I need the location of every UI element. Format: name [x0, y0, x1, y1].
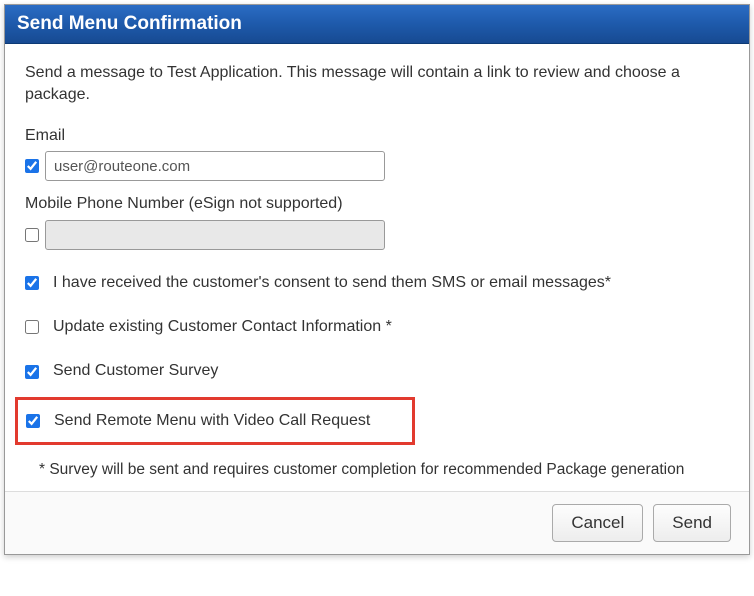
dialog-content: Send a message to Test Application. This…: [5, 44, 749, 491]
update-contact-checkbox[interactable]: [25, 320, 39, 334]
dialog-title: Send Menu Confirmation: [5, 5, 749, 44]
footnote-text: * Survey will be sent and requires custo…: [39, 459, 729, 481]
intro-text: Send a message to Test Application. This…: [25, 62, 729, 107]
mobile-input: [45, 220, 385, 250]
email-label: Email: [25, 125, 729, 147]
send-menu-dialog: Send Menu Confirmation Send a message to…: [4, 4, 750, 555]
email-input[interactable]: [45, 151, 385, 181]
survey-row: Send Customer Survey: [25, 360, 729, 382]
video-call-label: Send Remote Menu with Video Call Request: [54, 410, 370, 432]
consent-checkbox[interactable]: [25, 276, 39, 290]
survey-label: Send Customer Survey: [53, 360, 218, 382]
survey-checkbox[interactable]: [25, 365, 39, 379]
update-contact-label: Update existing Customer Contact Informa…: [53, 316, 392, 338]
video-call-checkbox[interactable]: [26, 414, 40, 428]
email-checkbox[interactable]: [25, 159, 39, 173]
mobile-row: [25, 220, 729, 250]
consent-row: I have received the customer's consent t…: [25, 272, 729, 294]
email-row: [25, 151, 729, 181]
update-contact-row: Update existing Customer Contact Informa…: [25, 316, 729, 338]
dialog-footer: Cancel Send: [5, 491, 749, 554]
video-call-row: Send Remote Menu with Video Call Request: [15, 397, 415, 445]
mobile-label: Mobile Phone Number (eSign not supported…: [25, 193, 729, 215]
consent-label: I have received the customer's consent t…: [53, 272, 611, 294]
mobile-checkbox[interactable]: [25, 228, 39, 242]
cancel-button[interactable]: Cancel: [552, 504, 643, 542]
send-button[interactable]: Send: [653, 504, 731, 542]
